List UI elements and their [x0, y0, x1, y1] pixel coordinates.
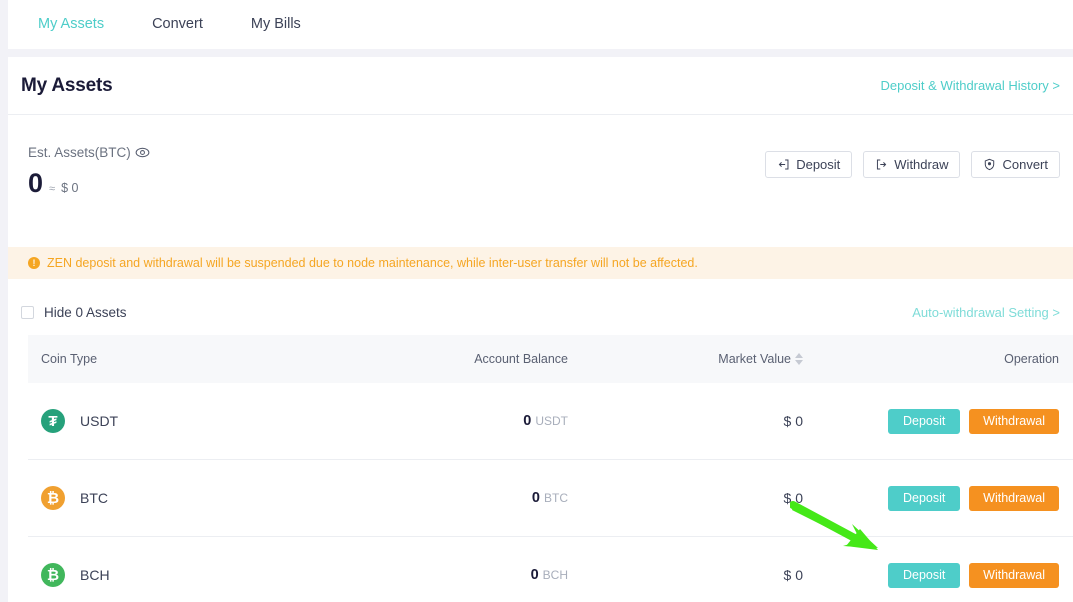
deposit-button[interactable]: Deposit: [765, 151, 853, 178]
table-filter-row: Hide 0 Assets Auto-withdrawal Setting >: [8, 295, 1073, 329]
row-withdrawal-button[interactable]: Withdrawal: [969, 485, 1059, 511]
balance-amount: 0: [523, 413, 532, 429]
deposit-withdrawal-history-link[interactable]: Deposit & Withdrawal History >: [880, 78, 1060, 93]
column-header-operation: Operation: [1004, 352, 1059, 366]
withdraw-button[interactable]: Withdraw: [863, 151, 961, 178]
warning-exclamation-icon: !: [28, 257, 40, 269]
est-assets-label: Est. Assets(BTC): [28, 145, 131, 160]
balance-unit: USDT: [535, 414, 568, 428]
cell-coin-type: ₿ BTC: [28, 486, 368, 510]
withdraw-box-arrow-out-icon: [875, 158, 888, 171]
row-deposit-button[interactable]: Deposit: [888, 408, 961, 434]
page-title: My Assets: [21, 74, 113, 96]
row-withdrawal-button[interactable]: Withdrawal: [969, 562, 1059, 588]
coin-name: BTC: [80, 490, 108, 506]
tab-my-bills[interactable]: My Bills: [251, 0, 301, 49]
cell-account-balance: 0 USDT: [368, 413, 568, 429]
est-assets-value: 0: [28, 168, 44, 198]
column-header-account-balance: Account Balance: [474, 352, 568, 366]
row-deposit-button[interactable]: Deposit: [888, 562, 961, 588]
column-header-market-value[interactable]: Market Value: [568, 352, 803, 366]
deposit-box-arrow-in-icon: [777, 158, 790, 171]
cell-account-balance: 0 BCH: [368, 567, 568, 583]
cell-market-value: $ 0: [783, 413, 803, 429]
table-row: ₿ BTC 0 BTC $ 0 Deposit Withdrawal: [28, 460, 1073, 537]
auto-withdrawal-setting-link[interactable]: Auto-withdrawal Setting >: [912, 305, 1060, 320]
assets-table: Coin Type Account Balance Market Value O…: [28, 335, 1073, 602]
balance-unit: BTC: [544, 491, 568, 505]
assets-card: My Assets Deposit & Withdrawal History >…: [8, 57, 1073, 602]
cell-market-value: $ 0: [783, 567, 803, 583]
column-header-coin-type: Coin Type: [41, 352, 98, 366]
table-row: ₮ USDT 0 USDT $ 0 Deposit Withdrawal: [28, 383, 1073, 460]
coin-name: USDT: [80, 413, 119, 429]
cell-coin-type: ₿ BCH: [28, 563, 368, 587]
est-assets-block: Est. Assets(BTC) 0 ≈ $ 0: [28, 145, 150, 197]
balance-amount: 0: [531, 490, 540, 506]
cell-operation: Deposit Withdrawal: [803, 485, 1073, 511]
hide-zero-assets-checkbox[interactable]: [21, 305, 34, 319]
summary-action-buttons: Deposit Withdraw Convert: [765, 151, 1060, 178]
est-assets-label-row: Est. Assets(BTC): [28, 145, 150, 160]
balance-unit: BCH: [542, 568, 568, 582]
my-assets-page: My Assets Convert My Bills My Assets Dep…: [0, 0, 1073, 602]
withdraw-button-label: Withdraw: [894, 157, 949, 172]
sort-arrows-icon[interactable]: [795, 353, 803, 365]
tab-convert[interactable]: Convert: [152, 0, 203, 49]
btc-coin-icon: ₿: [41, 486, 65, 510]
tab-my-assets[interactable]: My Assets: [38, 0, 104, 49]
convert-button-label: Convert: [1002, 157, 1048, 172]
cell-operation: Deposit Withdrawal: [803, 408, 1073, 434]
est-assets-value-row: 0 ≈ $ 0: [28, 170, 150, 197]
top-tab-bar: My Assets Convert My Bills: [8, 0, 1073, 49]
table-row: ₿ BCH 0 BCH $ 0 Deposit Withdrawal: [28, 537, 1073, 602]
card-header: My Assets Deposit & Withdrawal History >: [8, 57, 1073, 115]
column-header-market-value-label: Market Value: [718, 352, 791, 366]
convert-button[interactable]: Convert: [971, 151, 1060, 178]
approx-symbol: ≈: [49, 183, 56, 195]
eye-icon[interactable]: [135, 145, 150, 160]
cell-market-value: $ 0: [783, 490, 803, 506]
table-header-row: Coin Type Account Balance Market Value O…: [28, 335, 1073, 383]
shield-convert-icon: [983, 158, 996, 171]
maintenance-warning-banner: ! ZEN deposit and withdrawal will be sus…: [8, 247, 1073, 279]
cell-coin-type: ₮ USDT: [28, 409, 368, 433]
balance-amount: 0: [530, 567, 539, 583]
hide-zero-assets-label: Hide 0 Assets: [44, 304, 127, 320]
cell-account-balance: 0 BTC: [368, 490, 568, 506]
deposit-button-label: Deposit: [796, 157, 841, 172]
assets-summary: Est. Assets(BTC) 0 ≈ $ 0 Deposit Withdra…: [8, 115, 1073, 211]
sort-ascending-icon[interactable]: [795, 353, 803, 358]
warning-banner-text: ZEN deposit and withdrawal will be suspe…: [47, 256, 698, 270]
row-withdrawal-button[interactable]: Withdrawal: [969, 408, 1059, 434]
row-deposit-button[interactable]: Deposit: [888, 485, 961, 511]
sort-descending-icon[interactable]: [795, 360, 803, 365]
coin-name: BCH: [80, 567, 110, 583]
hide-zero-assets-toggle[interactable]: Hide 0 Assets: [21, 305, 127, 320]
usdt-coin-icon: ₮: [41, 409, 65, 433]
est-assets-usd: $ 0: [61, 181, 79, 195]
cell-operation: Deposit Withdrawal: [803, 562, 1073, 588]
bch-coin-icon: ₿: [41, 563, 65, 587]
